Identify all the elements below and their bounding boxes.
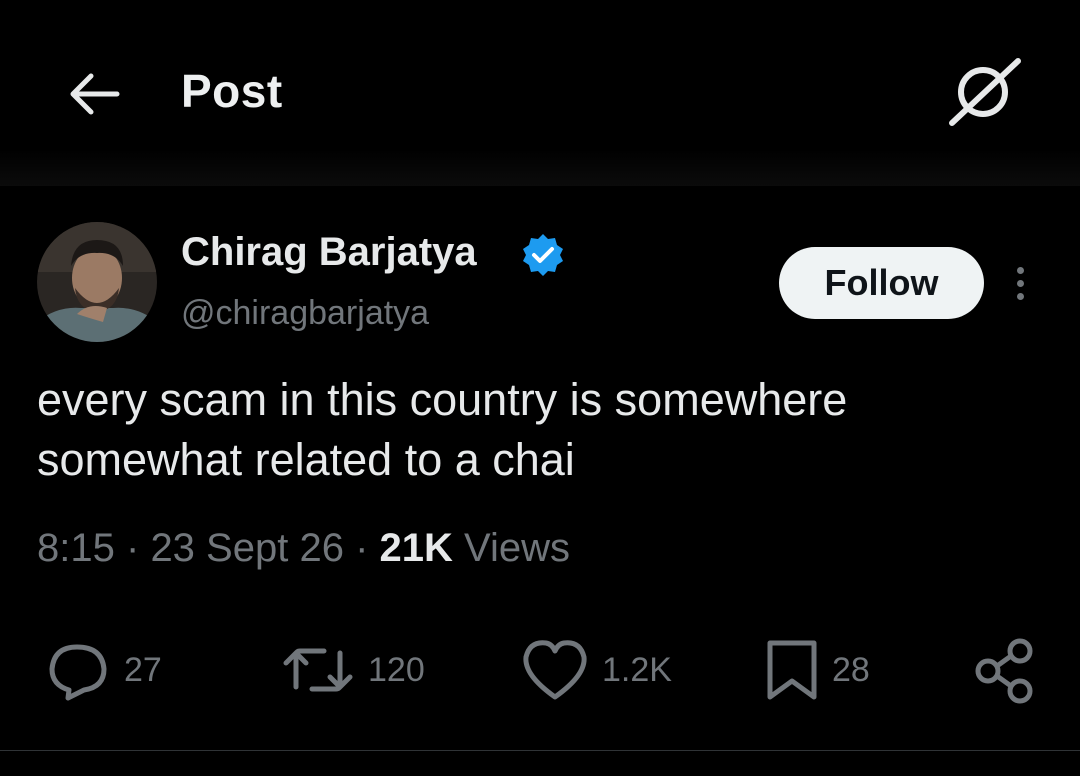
post-meta: 8:15 · 23 Sept 26 · 21K Views [37,526,570,571]
like-button[interactable]: 1.2K [518,630,672,710]
views-label[interactable]: Views [464,526,570,570]
post-text: every scam in this country is somewhere … [37,370,1047,490]
verified-badge-icon [523,234,563,276]
repost-icon [283,648,353,692]
dot-icon [1016,266,1024,274]
post-text-line: every scam in this country is somewhere [37,374,848,425]
avatar-image [37,222,157,342]
repost-count: 120 [368,650,425,689]
repost-button[interactable]: 120 [278,630,425,710]
meta-separator: · [355,526,369,570]
page-title: Post [181,65,283,117]
author-name[interactable]: Chirag Barjatya [181,230,477,275]
header-bar: Post [0,0,1080,186]
post-time[interactable]: 8:15 [37,526,115,570]
dot-icon [1016,292,1024,300]
views-count[interactable]: 21K [380,526,453,570]
meta-separator: · [125,526,140,570]
heart-icon [523,640,587,700]
reply-count: 27 [124,650,162,689]
author-avatar[interactable] [37,222,157,342]
bookmark-icon [767,640,817,700]
grok-icon [949,58,1021,126]
follow-button[interactable]: Follow [779,247,984,319]
author-handle[interactable]: @chiragbarjatya [181,294,429,333]
share-icon [975,638,1033,704]
arrow-left-icon [70,73,120,115]
action-bar: 27 120 1.2K 28 [0,630,1080,710]
grok-button[interactable] [944,54,1026,128]
back-button[interactable] [62,64,128,124]
share-button[interactable] [970,630,1040,710]
divider [0,750,1080,751]
post-date[interactable]: 23 Sept 26 [150,526,344,570]
reply-button[interactable]: 27 [44,630,162,710]
more-options-button[interactable] [1000,258,1040,308]
reply-icon [49,644,107,701]
post-text-line: somewhat related to a chai [37,434,575,485]
bookmark-button[interactable]: 28 [762,630,870,710]
bookmark-count: 28 [832,650,870,689]
dot-icon [1016,279,1024,287]
like-count: 1.2K [602,650,672,689]
